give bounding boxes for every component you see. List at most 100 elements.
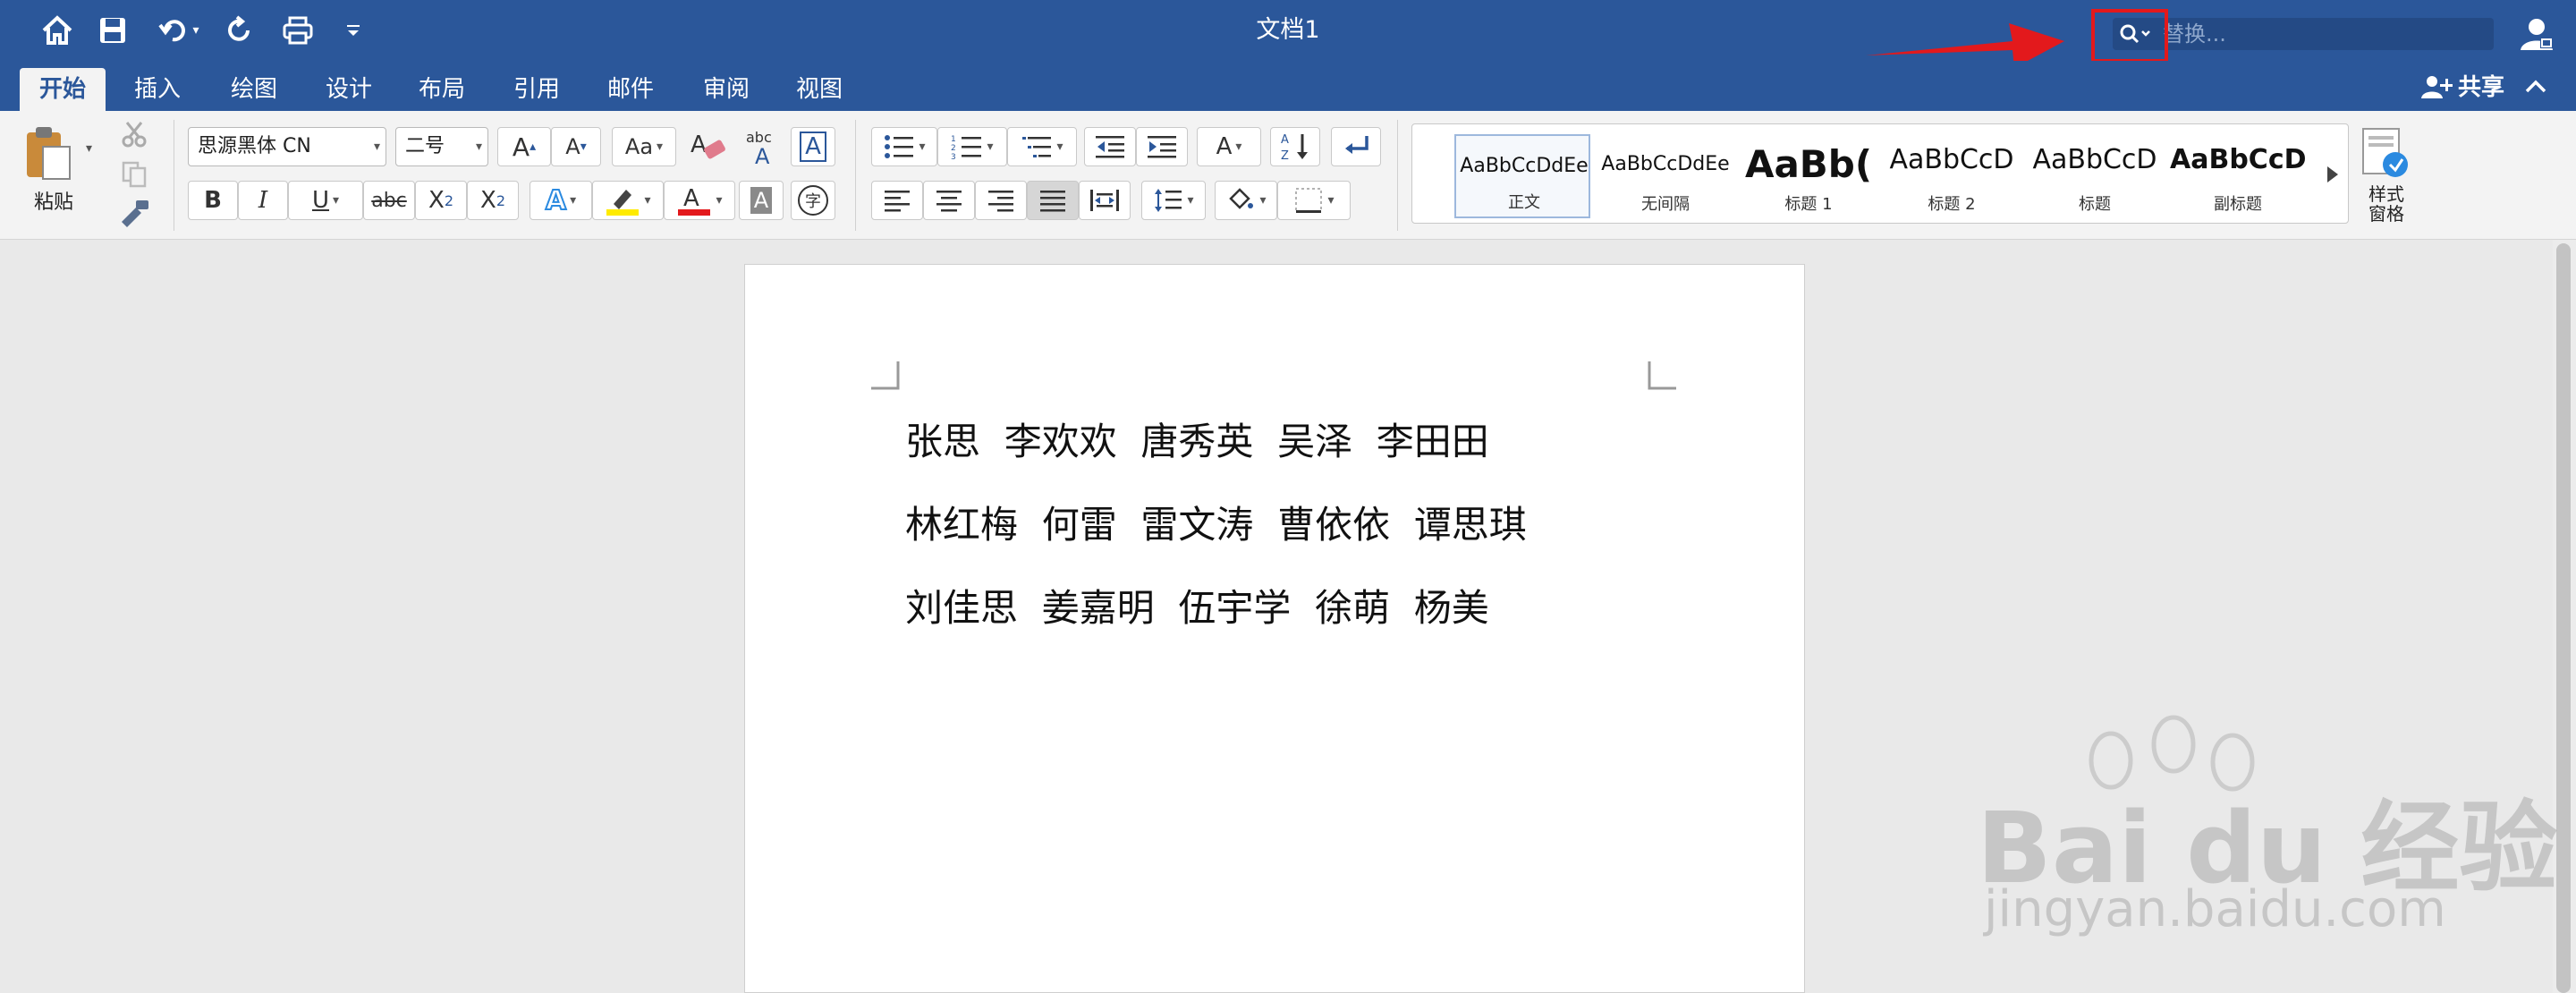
copy-icon[interactable] [120,159,148,188]
style-name: 正文 [1508,193,1540,212]
sort-icon[interactable]: AZ [1270,127,1320,166]
collapse-ribbon-icon[interactable] [2522,73,2549,100]
svg-text:2: 2 [951,144,956,153]
style-sample: AaBb( [1744,142,1873,186]
borders-button[interactable]: ▾ [1277,181,1351,220]
style-normal[interactable]: AaBbCcDdEe 正文 [1454,134,1590,218]
svg-text:1: 1 [951,135,956,144]
font-name-select[interactable]: 思源黑体 CN ▾ [188,127,386,166]
gallery-next-icon[interactable] [2322,161,2343,188]
style-heading-1[interactable]: AaBb( 标题 1 [1741,134,1877,218]
enclose-characters-icon[interactable]: 字 [791,181,835,220]
character-shading-icon[interactable]: A [739,181,784,220]
highlight-box [2091,9,2168,63]
scrollbar-thumb[interactable] [2556,243,2571,993]
margin-corner-right [1648,361,1676,390]
font-size-value: 二号 [405,135,445,157]
font-size-select[interactable]: 二号 ▾ [395,127,488,166]
tab-layout[interactable]: 布局 [406,68,478,111]
show-paragraph-marks-icon[interactable] [1331,127,1381,166]
svg-text:3: 3 [951,153,956,160]
shading-button[interactable]: ▾ [1215,181,1277,220]
tab-design[interactable]: 设计 [313,68,385,111]
style-sample: AaBbCcD [1889,144,2014,175]
styles-pane-label: 样式 窗格 [2368,183,2404,225]
line-spacing-button[interactable]: ▾ [1141,181,1206,220]
grow-font-button[interactable]: A ▴ [497,127,551,166]
superscript-button[interactable]: X2 [467,181,519,220]
style-name: 标题 [2079,195,2111,214]
style-no-spacing[interactable]: AaBbCcDdEe 无间隔 [1597,134,1733,218]
phonetic-guide-icon[interactable]: abc A [739,127,785,166]
justify-icon[interactable] [1027,181,1079,220]
clear-formatting-icon[interactable]: A [685,127,732,166]
margin-corner-left [871,361,900,390]
undo-icon[interactable]: ▾ [150,13,206,48]
style-name: 无间隔 [1641,195,1690,214]
text-direction-button[interactable]: A ▾ [1197,127,1261,166]
align-left-icon[interactable] [871,181,923,220]
multilevel-list-button[interactable]: ▾ [1007,127,1077,166]
document-line[interactable]: 刘佳思 姜嘉明 伍宇学 徐萌 杨美 [905,578,1489,632]
tab-references[interactable]: 引用 [501,68,572,111]
document-line[interactable]: 张思 李欢欢 唐秀英 吴泽 李田田 [905,412,1489,466]
tab-view[interactable]: 视图 [784,68,855,111]
change-case-button[interactable]: Aa ▾ [612,127,676,166]
home-icon[interactable] [39,13,75,48]
redo-icon[interactable] [222,13,258,48]
style-sample: AaBbCcDdEe [1601,153,1730,175]
align-center-icon[interactable] [923,181,975,220]
paste-icon[interactable] [21,123,75,182]
style-heading-2[interactable]: AaBbCcD 标题 2 [1884,134,2020,218]
watermark-url: jingyan.baidu.com [1984,880,2446,938]
svg-text:A: A [755,144,770,166]
share-button[interactable]: 共享 [2458,68,2504,107]
tab-mailings[interactable]: 邮件 [595,68,666,111]
character-border-icon[interactable]: A [791,127,835,166]
format-painter-icon[interactable] [118,199,150,227]
share-icon[interactable] [2420,73,2453,102]
svg-text:A: A [691,132,707,158]
font-color-button[interactable]: A ▾ [664,181,735,220]
italic-button[interactable]: I [238,181,288,220]
account-icon[interactable] [2519,16,2555,52]
shrink-font-button[interactable]: A ▾ [551,127,601,166]
underline-button[interactable]: U ▾ [288,181,363,220]
text-effects-button[interactable]: A ▾ [530,181,592,220]
decrease-indent-icon[interactable] [1084,127,1136,166]
subscript-button[interactable]: X2 [415,181,467,220]
svg-text:A: A [1281,133,1289,147]
align-right-icon[interactable] [975,181,1027,220]
highlight-color-button[interactable]: ▾ [592,181,664,220]
tab-insert[interactable]: 插入 [122,68,193,111]
distributed-icon[interactable] [1079,181,1131,220]
style-name: 副标题 [2214,195,2262,214]
paste-label[interactable]: 粘贴 [34,186,73,215]
bold-button[interactable]: B [188,181,238,220]
style-name: 标题 2 [1928,195,1976,214]
tab-home[interactable]: 开始 [20,68,106,111]
font-name-value: 思源黑体 CN [198,135,311,157]
style-sample: AaBbCcDdEe [1460,155,1589,177]
print-icon[interactable] [279,13,317,48]
search-input[interactable]: 替换... [2163,18,2226,50]
save-icon[interactable] [95,13,131,48]
customize-icon[interactable] [340,13,367,48]
paste-dropdown-icon[interactable]: ▾ [86,141,92,156]
styles-pane-button[interactable]: 样式 窗格 [2360,125,2413,233]
style-sample: AaBbCcD [2170,144,2306,175]
style-name: 标题 1 [1784,195,1833,214]
strikethrough-button[interactable]: abc [363,181,415,220]
svg-text:A: A [683,185,699,212]
tab-draw[interactable]: 绘图 [218,68,290,111]
style-title[interactable]: AaBbCcD 标题 [2027,134,2163,218]
tab-review[interactable]: 审阅 [691,68,762,111]
style-sample: AaBbCcD [2032,144,2157,175]
document-line[interactable]: 林红梅 何雷 雷文涛 曹依依 谭思琪 [905,495,1527,549]
tab-bar [0,61,2576,111]
numbering-button[interactable]: 1 2 3 ▾ [937,127,1007,166]
cut-icon[interactable] [120,120,148,149]
style-subtitle[interactable]: AaBbCcD 副标题 [2170,134,2306,218]
bullets-button[interactable]: ▾ [871,127,937,166]
increase-indent-icon[interactable] [1136,127,1188,166]
